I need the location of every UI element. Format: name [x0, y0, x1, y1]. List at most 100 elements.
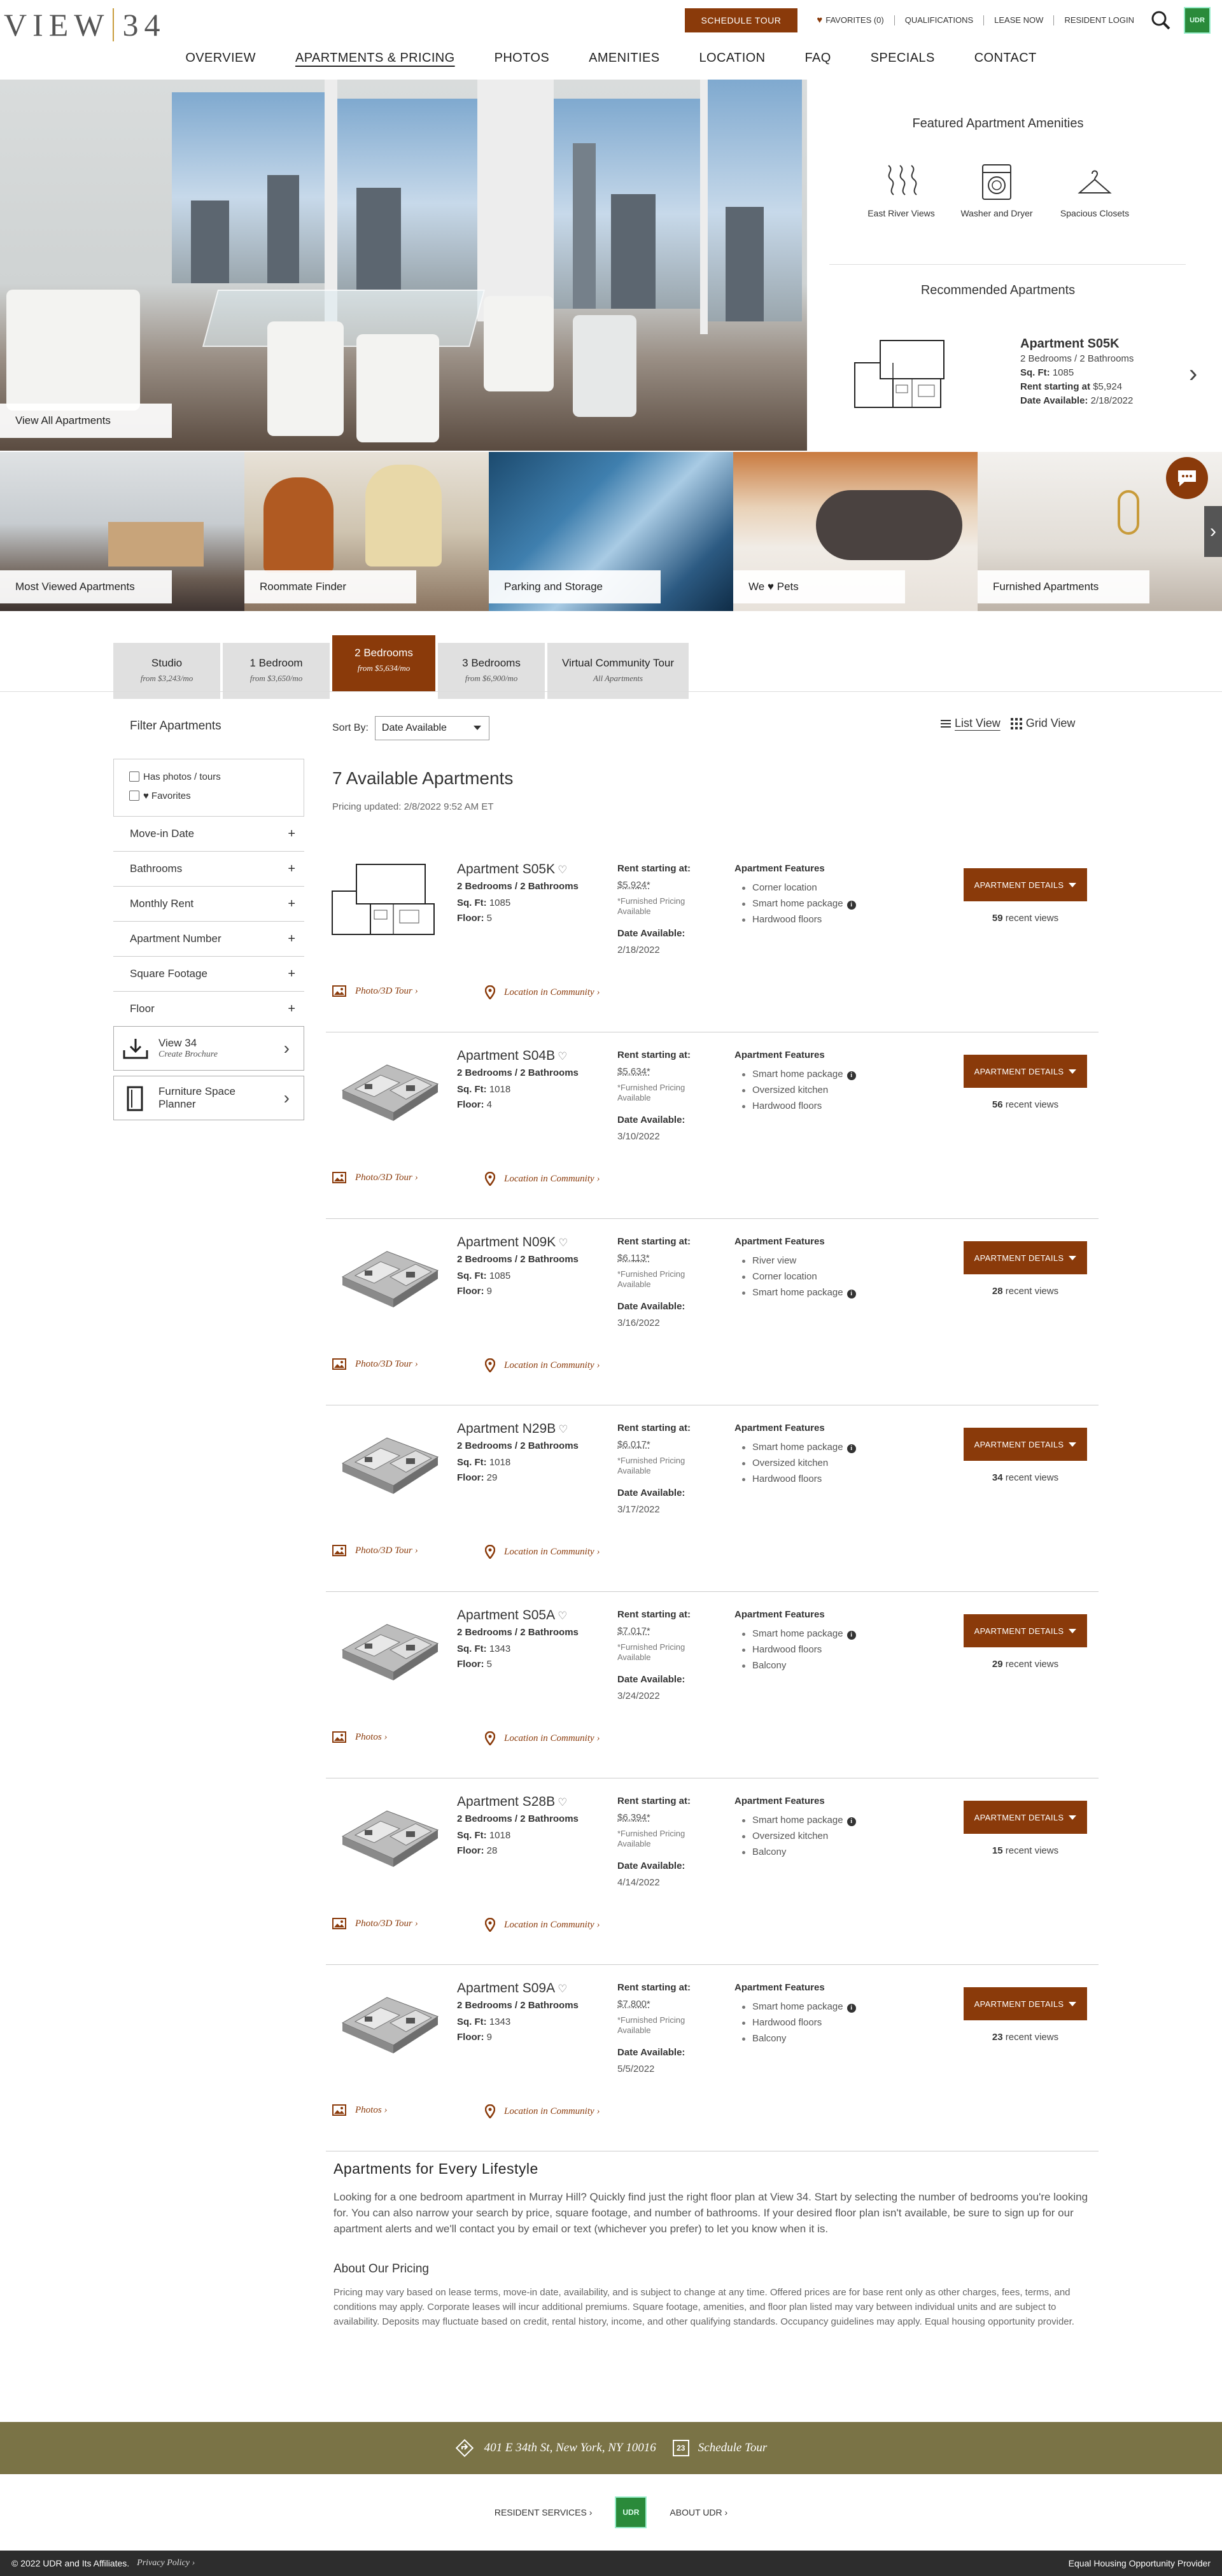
apartment-name[interactable]: Apartment S05A ♡: [457, 1608, 567, 1623]
filter-move-in-date[interactable]: Move-in Date +: [113, 816, 304, 851]
qualifications-link[interactable]: QUALIFICATIONS: [895, 15, 985, 25]
apartment-name[interactable]: Apartment N29B ♡: [457, 1421, 568, 1437]
location-link[interactable]: Location in Community ›: [485, 1545, 600, 1559]
info-icon[interactable]: i: [846, 1630, 856, 1640]
checkbox[interactable]: [129, 771, 139, 782]
apartment-details-button[interactable]: APARTMENT DETAILS: [964, 868, 1087, 901]
rent-price[interactable]: $7,017*: [617, 1626, 650, 1636]
filter-bathrooms[interactable]: Bathrooms +: [113, 851, 304, 886]
tile-pets[interactable]: We ♥ Pets: [733, 452, 978, 611]
photos-link[interactable]: Photos ›: [332, 2104, 387, 2116]
info-icon[interactable]: i: [846, 900, 856, 910]
photos-link[interactable]: Photos ›: [332, 1731, 387, 1743]
tab-2-bedrooms[interactable]: 2 Bedrooms from $5,634/mo: [332, 635, 435, 691]
apartment-details-button[interactable]: APARTMENT DETAILS: [964, 1801, 1087, 1834]
photos-link[interactable]: Photo/3D Tour ›: [332, 1918, 418, 1929]
heart-outline-icon[interactable]: ♡: [558, 1796, 567, 1808]
photos-link[interactable]: Photo/3D Tour ›: [332, 1545, 418, 1556]
nav-contact[interactable]: CONTACT: [955, 42, 1057, 74]
nav-location[interactable]: LOCATION: [680, 42, 785, 74]
info-icon[interactable]: i: [846, 2003, 856, 2013]
tile-roommate-finder[interactable]: Roommate Finder: [244, 452, 489, 611]
location-link[interactable]: Location in Community ›: [485, 1172, 600, 1186]
apartment-details-button[interactable]: APARTMENT DETAILS: [964, 1987, 1087, 2020]
nav-photos[interactable]: PHOTOS: [475, 42, 570, 74]
location-link[interactable]: Location in Community ›: [485, 985, 600, 999]
rent-price[interactable]: $6,017*: [617, 1439, 650, 1450]
floorplan-thumbnail[interactable]: [330, 1232, 444, 1312]
rent-price[interactable]: $5,924*: [617, 880, 650, 890]
apartment-name[interactable]: Apartment S04B ♡: [457, 1048, 567, 1064]
rent-price[interactable]: $5,634*: [617, 1066, 650, 1077]
recommended-info[interactable]: Apartment S05K 2 Bedrooms / 2 Bathrooms …: [1020, 335, 1134, 408]
resident-services-link[interactable]: RESIDENT SERVICES ›: [495, 2507, 593, 2517]
tab-1-bedroom[interactable]: 1 Bedroom from $3,650/mo: [223, 643, 330, 699]
nav-overview[interactable]: OVERVIEW: [165, 42, 276, 74]
chat-button[interactable]: [1166, 457, 1208, 499]
tiles-next-arrow[interactable]: ›: [1204, 506, 1222, 557]
nav-specials[interactable]: SPECIALS: [851, 42, 955, 74]
create-brochure-button[interactable]: View 34 Create Brochure ›: [113, 1026, 304, 1071]
privacy-policy-link[interactable]: Privacy Policy ›: [137, 2558, 195, 2568]
heart-outline-icon[interactable]: ♡: [558, 1610, 567, 1622]
furniture-planner-button[interactable]: Furniture Space Planner ›: [113, 1076, 304, 1120]
tab-3-bedrooms[interactable]: 3 Bedrooms from $6,900/mo: [438, 643, 545, 699]
apartment-name[interactable]: Apartment N09K ♡: [457, 1235, 568, 1250]
lease-now-link[interactable]: LEASE NOW: [984, 15, 1055, 25]
heart-outline-icon[interactable]: ♡: [558, 1237, 568, 1249]
tab-virtual-tour[interactable]: Virtual Community Tour All Apartments: [547, 643, 689, 699]
filter-square-footage[interactable]: Square Footage +: [113, 956, 304, 991]
tab-studio[interactable]: Studio from $3,243/mo: [113, 643, 220, 699]
nav-apartments-pricing[interactable]: APARTMENTS & PRICING: [276, 42, 475, 74]
nav-faq[interactable]: FAQ: [785, 42, 850, 74]
floorplan-thumbnail[interactable]: [330, 1978, 444, 2058]
heart-outline-icon[interactable]: ♡: [558, 864, 567, 876]
tile-parking-storage[interactable]: Parking and Storage: [489, 452, 733, 611]
footer-udr-logo[interactable]: UDR: [615, 2496, 647, 2528]
location-link[interactable]: Location in Community ›: [485, 1918, 600, 1932]
location-link[interactable]: Location in Community ›: [485, 1358, 600, 1372]
filter-monthly-rent[interactable]: Monthly Rent +: [113, 886, 304, 921]
view-all-apartments-button[interactable]: View All Apartments: [0, 404, 172, 438]
footer-address[interactable]: 401 E 34th St, New York, NY 10016: [484, 2441, 656, 2455]
photos-link[interactable]: Photo/3D Tour ›: [332, 1172, 418, 1183]
nav-amenities[interactable]: AMENITIES: [569, 42, 679, 74]
location-link[interactable]: Location in Community ›: [485, 1731, 600, 1745]
apartment-name[interactable]: Apartment S05K ♡: [457, 862, 567, 877]
list-view-toggle[interactable]: List View: [941, 717, 1001, 730]
heart-outline-icon[interactable]: ♡: [558, 1983, 567, 1995]
photos-link[interactable]: Photo/3D Tour ›: [332, 1358, 418, 1370]
floorplan-thumbnail[interactable]: [330, 1605, 444, 1685]
apartment-name[interactable]: Apartment S28B ♡: [457, 1794, 567, 1810]
checkbox[interactable]: [129, 791, 139, 801]
apartment-details-button[interactable]: APARTMENT DETAILS: [964, 1241, 1087, 1274]
udr-logo[interactable]: UDR: [1184, 7, 1211, 34]
footer-schedule-tour[interactable]: Schedule Tour: [698, 2441, 768, 2455]
favorites-checkbox[interactable]: ♥ Favorites: [129, 786, 304, 805]
apartment-details-button[interactable]: APARTMENT DETAILS: [964, 1055, 1087, 1088]
location-link[interactable]: Location in Community ›: [485, 2104, 600, 2118]
floorplan-thumbnail[interactable]: [330, 1419, 444, 1498]
apartment-details-button[interactable]: APARTMENT DETAILS: [964, 1428, 1087, 1461]
floorplan-thumbnail[interactable]: [330, 859, 444, 939]
grid-view-toggle[interactable]: Grid View: [1010, 717, 1075, 730]
chevron-right-icon[interactable]: ›: [1189, 360, 1197, 388]
site-logo[interactable]: VIEW 34: [4, 6, 166, 43]
heart-outline-icon[interactable]: ♡: [558, 1050, 567, 1062]
floorplan-thumbnail[interactable]: [330, 1792, 444, 1871]
filter-apartment-number[interactable]: Apartment Number +: [113, 921, 304, 956]
heart-outline-icon[interactable]: ♡: [558, 1423, 568, 1435]
rent-price[interactable]: $7,800*: [617, 1999, 650, 2009]
about-udr-link[interactable]: ABOUT UDR ›: [670, 2507, 727, 2517]
rent-price[interactable]: $6,394*: [617, 1812, 650, 1823]
floorplan-thumbnail[interactable]: [330, 1046, 444, 1125]
apartment-details-button[interactable]: APARTMENT DETAILS: [964, 1614, 1087, 1647]
recommended-floorplan[interactable]: [852, 334, 950, 416]
info-icon[interactable]: i: [846, 1071, 856, 1080]
rent-price[interactable]: $6,113*: [617, 1253, 650, 1263]
favorites-link[interactable]: ♥ FAVORITES (0): [806, 15, 895, 25]
tile-most-viewed[interactable]: Most Viewed Apartments: [0, 452, 244, 611]
info-icon[interactable]: i: [846, 1289, 856, 1299]
apartment-name[interactable]: Apartment S09A ♡: [457, 1981, 567, 1996]
photos-link[interactable]: Photo/3D Tour ›: [332, 985, 418, 997]
